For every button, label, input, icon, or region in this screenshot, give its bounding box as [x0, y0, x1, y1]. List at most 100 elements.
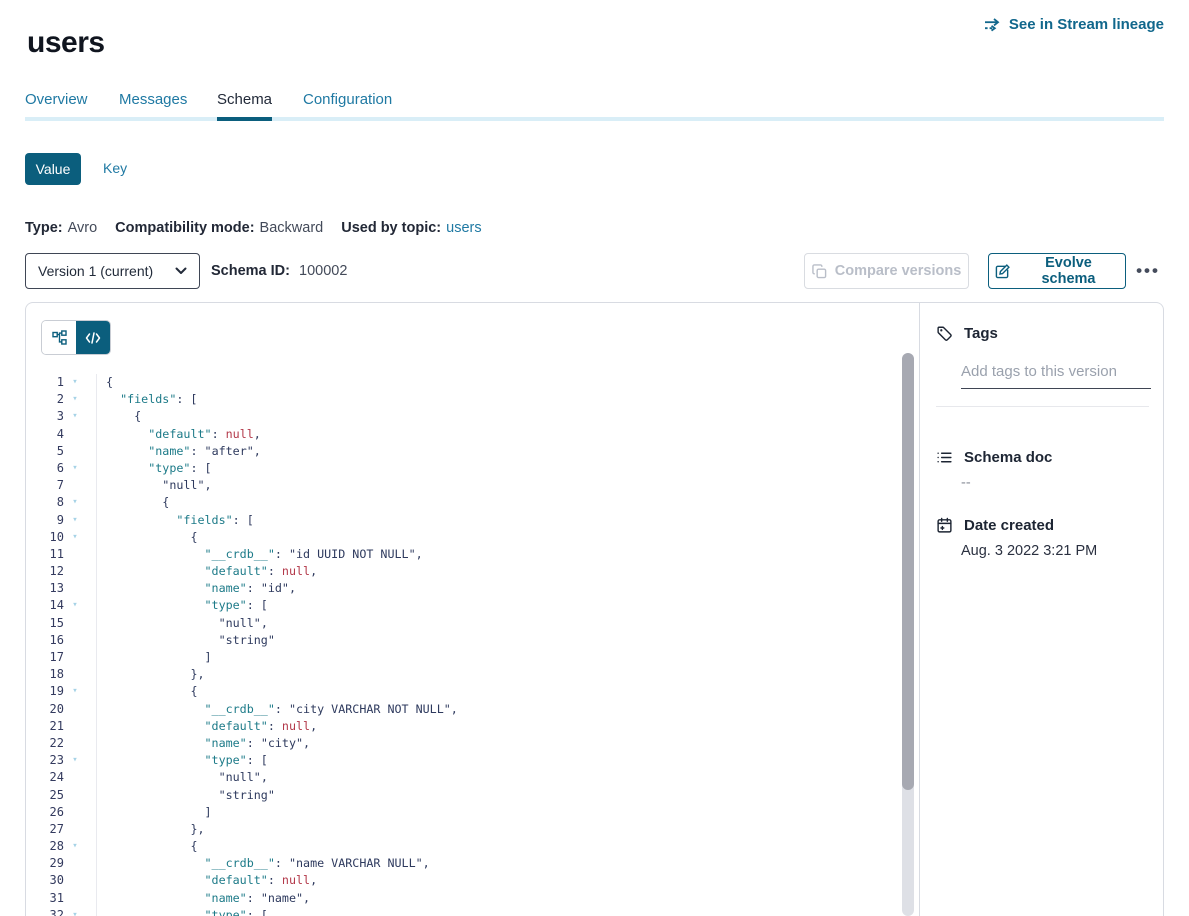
schema-doc-section-header: Schema doc	[936, 449, 1052, 466]
fold-toggle-icon[interactable]: ▾	[67, 408, 83, 425]
fold-toggle-icon[interactable]: ▾	[67, 838, 83, 855]
code-line[interactable]: 27},	[26, 821, 895, 838]
code-line[interactable]: 22"name": "city",	[26, 735, 895, 752]
code-line[interactable]: 14▾"type": [	[26, 597, 895, 614]
code-text: "default": null,	[106, 718, 317, 735]
tree-view-button[interactable]	[42, 321, 76, 354]
page-title: users	[27, 26, 105, 60]
fold-toggle-icon	[67, 718, 83, 735]
fold-toggle-icon[interactable]: ▾	[67, 374, 83, 391]
code-line[interactable]: 30"default": null,	[26, 872, 895, 889]
code-line[interactable]: 7"null",	[26, 477, 895, 494]
compare-versions-button[interactable]: Compare versions	[804, 253, 969, 289]
code-line[interactable]: 11"__crdb__": "id UUID NOT NULL",	[26, 546, 895, 563]
code-line[interactable]: 1▾{	[26, 374, 895, 391]
code-line[interactable]: 29 "__crdb__": "name VARCHAR NULL",	[26, 855, 895, 872]
fold-toggle-icon[interactable]: ▾	[67, 391, 83, 408]
editor-scrollbar-thumb[interactable]	[902, 353, 914, 790]
code-line[interactable]: 15"null",	[26, 615, 895, 632]
fold-toggle-icon[interactable]: ▾	[67, 752, 83, 769]
code-text: "string"	[106, 632, 275, 649]
code-text: "type": [	[106, 752, 268, 769]
value-toggle-button[interactable]: Value	[25, 153, 81, 185]
fold-toggle-icon[interactable]: ▾	[67, 597, 83, 614]
schema-editor[interactable]: 1▾{2▾"fields": [3▾{4"default": null,5"na…	[26, 303, 919, 916]
fold-toggle-icon	[67, 872, 83, 889]
sidebar-divider	[936, 406, 1149, 407]
code-line[interactable]: 17]	[26, 649, 895, 666]
tree-view-icon	[52, 330, 67, 345]
stream-lineage-link[interactable]: See in Stream lineage	[984, 16, 1164, 33]
line-number: 18	[26, 666, 64, 683]
code-lines[interactable]: 1▾{2▾"fields": [3▾{4"default": null,5"na…	[26, 374, 895, 916]
tab-configuration[interactable]: Configuration	[303, 91, 392, 108]
fold-toggle-icon	[67, 735, 83, 752]
line-number: 24	[26, 769, 64, 786]
code-text: "name": "name",	[106, 890, 310, 907]
fold-toggle-icon[interactable]: ▾	[67, 512, 83, 529]
code-line[interactable]: 12"default": null,	[26, 563, 895, 580]
line-number: 29	[26, 855, 64, 872]
code-line[interactable]: 16"string"	[26, 632, 895, 649]
code-line[interactable]: 6▾"type": [	[26, 460, 895, 477]
code-line[interactable]: 21"default": null,	[26, 718, 895, 735]
fold-toggle-icon	[67, 426, 83, 443]
code-line[interactable]: 5"name": "after",	[26, 443, 895, 460]
stream-lineage-label: See in Stream lineage	[1009, 16, 1164, 33]
version-select[interactable]: Version 1 (current)	[25, 253, 200, 289]
fold-toggle-icon[interactable]: ▾	[67, 460, 83, 477]
code-view-button[interactable]	[76, 321, 110, 354]
tags-input[interactable]	[961, 359, 1151, 389]
fold-toggle-icon	[67, 580, 83, 597]
code-text: "__crdb__": "name VARCHAR NULL",	[106, 855, 430, 872]
topic-link[interactable]: users	[446, 220, 481, 236]
evolve-schema-button[interactable]: Evolve schema	[988, 253, 1126, 289]
calendar-plus-icon	[936, 517, 953, 534]
code-line[interactable]: 18},	[26, 666, 895, 683]
fold-toggle-icon	[67, 804, 83, 821]
code-line[interactable]: 28▾{	[26, 838, 895, 855]
line-number: 8	[26, 494, 64, 511]
fold-toggle-icon	[67, 615, 83, 632]
code-line[interactable]: 26]	[26, 804, 895, 821]
code-line[interactable]: 3▾{	[26, 408, 895, 425]
fold-toggle-icon	[67, 443, 83, 460]
code-line[interactable]: 23▾ "type": [	[26, 752, 895, 769]
code-line[interactable]: 4"default": null,	[26, 426, 895, 443]
editor-view-toggle	[42, 321, 110, 354]
more-options-button[interactable]: •••	[1132, 253, 1164, 289]
fold-toggle-icon	[67, 821, 83, 838]
key-toggle-button[interactable]: Key	[103, 160, 127, 176]
code-text: },	[106, 821, 205, 838]
code-text: "default": null,	[106, 426, 261, 443]
code-line[interactable]: 20"__crdb__": "city VARCHAR NOT NULL",	[26, 701, 895, 718]
code-line[interactable]: 32▾"type": [	[26, 907, 895, 916]
line-number: 23	[26, 752, 64, 769]
code-line[interactable]: 9▾"fields": [	[26, 512, 895, 529]
version-bar: Version 1 (current) Schema ID: 100002 Co…	[25, 253, 1164, 289]
code-line[interactable]: 19▾{	[26, 683, 895, 700]
version-select-value: Version 1 (current)	[38, 263, 153, 279]
fold-toggle-icon[interactable]: ▾	[67, 683, 83, 700]
code-text: "default": null,	[106, 872, 317, 889]
code-line[interactable]: 25"string"	[26, 787, 895, 804]
fold-toggle-icon[interactable]: ▾	[67, 529, 83, 546]
tab-messages[interactable]: Messages	[119, 91, 187, 108]
code-line[interactable]: 10▾{	[26, 529, 895, 546]
line-number: 5	[26, 443, 64, 460]
tab-overview[interactable]: Overview	[25, 91, 88, 108]
code-text: {	[106, 408, 141, 425]
fold-toggle-icon[interactable]: ▾	[67, 494, 83, 511]
tab-schema[interactable]: Schema	[217, 91, 272, 108]
fold-toggle-icon[interactable]: ▾	[67, 907, 83, 916]
code-text: {	[106, 529, 197, 546]
code-line[interactable]: 24"null",	[26, 769, 895, 786]
line-number: 7	[26, 477, 64, 494]
code-line[interactable]: 2▾"fields": [	[26, 391, 895, 408]
code-line[interactable]: 8▾{	[26, 494, 895, 511]
line-number: 14	[26, 597, 64, 614]
code-line[interactable]: 31"name": "name",	[26, 890, 895, 907]
code-text: {	[106, 838, 197, 855]
code-line[interactable]: 13"name": "id",	[26, 580, 895, 597]
evolve-schema-icon	[995, 264, 1010, 279]
